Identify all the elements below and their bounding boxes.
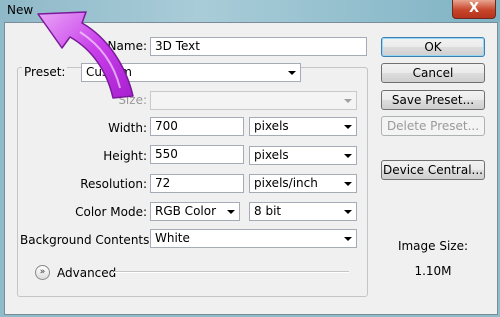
chevron-down-icon [344, 125, 352, 129]
chevron-down-icon [344, 182, 352, 186]
size-select [150, 91, 357, 110]
chevron-down-icon [227, 210, 235, 214]
width-label: Width: [108, 121, 147, 135]
preset-label: Preset: [22, 65, 68, 79]
name-label: Name: [107, 39, 147, 53]
width-field[interactable]: 700 [150, 117, 244, 136]
chevron-down-icon [344, 99, 352, 103]
color-mode-select[interactable]: RGB Color [150, 202, 240, 221]
device-central-button[interactable]: Device Central... [381, 160, 485, 180]
resolution-unit-value: pixels/inch [254, 176, 318, 190]
width-unit-select[interactable]: pixels [249, 117, 357, 136]
image-size-value: 1.10M [414, 264, 452, 278]
resolution-unit-select[interactable]: pixels/inch [249, 174, 357, 193]
double-chevron-down-icon[interactable]: » [35, 265, 50, 280]
resolution-label: Resolution: [80, 177, 147, 191]
window-title: New [7, 3, 34, 17]
height-unit-value: pixels [254, 148, 289, 162]
advanced-divider [114, 271, 349, 273]
save-preset-button[interactable]: Save Preset... [381, 90, 485, 110]
color-mode-label: Color Mode: [75, 205, 147, 219]
background-value: White [155, 231, 190, 245]
bit-depth-select[interactable]: 8 bit [249, 202, 357, 221]
color-mode-value: RGB Color [155, 204, 217, 218]
chevron-down-icon [344, 154, 352, 158]
preset-select[interactable]: Custom [81, 63, 301, 82]
resolution-field[interactable]: 72 [150, 174, 244, 193]
ok-button[interactable]: OK [381, 37, 485, 57]
chevron-down-icon [344, 237, 352, 241]
size-label: Size: [118, 93, 147, 107]
delete-preset-button: Delete Preset... [381, 116, 485, 136]
preset-value: Custom [86, 65, 132, 79]
bit-depth-value: 8 bit [254, 204, 282, 218]
image-size-label: Image Size: [397, 239, 469, 253]
chevron-down-icon [344, 210, 352, 214]
advanced-label: Advanced [57, 266, 117, 280]
chevron-down-icon [288, 71, 296, 75]
width-unit-value: pixels [254, 119, 289, 133]
name-field[interactable]: 3D Text [150, 37, 367, 56]
height-field[interactable]: 550 [150, 145, 244, 164]
cancel-button[interactable]: Cancel [381, 63, 485, 83]
close-button[interactable]: X [452, 0, 496, 19]
background-label: Background Contents: [20, 233, 154, 247]
background-select[interactable]: White [150, 229, 357, 248]
height-label: Height: [103, 149, 147, 163]
title-bar[interactable]: New X [0, 0, 500, 22]
height-unit-select[interactable]: pixels [249, 146, 357, 165]
